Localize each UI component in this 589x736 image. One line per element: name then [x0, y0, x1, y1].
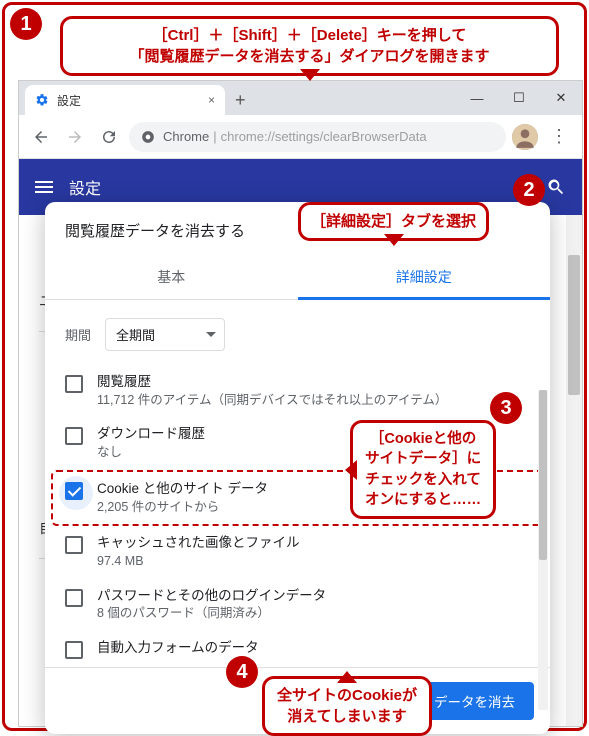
opt-sub: 97.4 MB	[97, 553, 300, 571]
checkbox-cache[interactable]	[65, 536, 83, 554]
menu-button[interactable]: ⋮	[544, 126, 574, 147]
dialog-tabs: 基本 詳細設定	[45, 255, 550, 300]
opt-title: 閲覧履歴	[97, 373, 447, 392]
opt-sub: 8 個のパスワード（同期済み）	[97, 605, 326, 623]
opt-sub: 2,205 件のサイトから	[97, 499, 268, 517]
opt-title: パスワードとその他のログインデータ	[97, 587, 326, 606]
opt-title: キャッシュされた画像とファイル	[97, 534, 300, 553]
reload-button[interactable]	[95, 123, 123, 151]
period-label: 期間	[65, 325, 91, 344]
annotation-badge-1: 1	[10, 8, 42, 40]
annotation-text-3: ［Cookieと他の サイトデータ］に チェックを入れて オンにすると……	[365, 431, 481, 508]
annotation-badge-2: 2	[513, 174, 545, 206]
checkbox-downloads[interactable]	[65, 427, 83, 445]
address-bar: Chrome | chrome:// settings/clearBrowser…	[19, 115, 582, 159]
close-tab-icon[interactable]: ×	[208, 93, 215, 107]
url-path: settings/clearBrowserData	[275, 129, 427, 144]
opt-title: Cookie と他のサイト データ	[97, 480, 268, 499]
option-passwords[interactable]: パスワードとその他のログインデータ 8 個のパスワード（同期済み）	[53, 579, 542, 631]
new-tab-button[interactable]: +	[225, 85, 256, 115]
annotation-callout-1: ［Ctrl］＋［Shift］＋［Delete］キーを押して 「閲覧履歴データを消…	[60, 16, 559, 76]
dialog-scrollbar-thumb[interactable]	[539, 390, 547, 560]
opt-sub: 11,712 件のアイテム（同期デバイスではそれ以上のアイテム）	[97, 392, 447, 410]
checkbox-history[interactable]	[65, 375, 83, 393]
tab-title: 設定	[57, 92, 81, 109]
option-cache[interactable]: キャッシュされた画像とファイル 97.4 MB	[53, 526, 542, 578]
checkbox-passwords[interactable]	[65, 589, 83, 607]
period-select[interactable]: 全期間	[105, 318, 225, 351]
checkbox-cookies[interactable]	[65, 482, 83, 500]
annotation-text-4: 全サイトのCookieが 消えてしまいます	[277, 687, 417, 725]
annotation-badge-3: 3	[490, 392, 522, 424]
minimize-button[interactable]: —	[456, 81, 498, 115]
annotation-callout-2: ［詳細設定］タブを選択	[298, 202, 489, 241]
browser-tab[interactable]: 設定 ×	[25, 85, 225, 115]
forward-button[interactable]	[61, 123, 89, 151]
option-autofill[interactable]: 自動入力フォームのデータ	[53, 631, 542, 661]
close-window-button[interactable]: ✕	[540, 81, 582, 115]
annotation-text-1: ［Ctrl］＋［Shift］＋［Delete］キーを押して 「閲覧履歴データを消…	[129, 27, 489, 65]
url-host: Chrome	[163, 129, 209, 144]
opt-title: 自動入力フォームのデータ	[97, 639, 259, 658]
annotation-badge-4: 4	[226, 656, 258, 688]
page-scrollbar-thumb[interactable]	[568, 255, 580, 395]
profile-avatar[interactable]	[512, 124, 538, 150]
url-field[interactable]: Chrome | chrome:// settings/clearBrowser…	[129, 122, 506, 152]
gear-icon	[35, 93, 49, 107]
tab-basic[interactable]: 基本	[45, 255, 298, 300]
chrome-icon	[141, 130, 155, 144]
window-controls: — ☐ ✕	[456, 81, 582, 115]
clear-data-button[interactable]: データを消去	[415, 682, 534, 720]
tab-advanced[interactable]: 詳細設定	[298, 255, 551, 300]
back-button[interactable]	[27, 123, 55, 151]
annotation-callout-3: ［Cookieと他の サイトデータ］に チェックを入れて オンにすると……	[350, 420, 496, 519]
maximize-button[interactable]: ☐	[498, 81, 540, 115]
search-icon[interactable]	[546, 177, 566, 197]
opt-title: ダウンロード履歴	[97, 425, 205, 444]
annotation-callout-4: 全サイトのCookieが 消えてしまいます	[262, 676, 432, 736]
checkbox-autofill[interactable]	[65, 641, 83, 659]
annotation-text-2: ［詳細設定］タブを選択	[311, 213, 476, 230]
settings-title: 設定	[69, 175, 101, 199]
hamburger-icon[interactable]	[35, 181, 53, 193]
option-history[interactable]: 閲覧履歴 11,712 件のアイテム（同期デバイスではそれ以上のアイテム）	[53, 365, 542, 417]
url-scheme: chrome://	[221, 129, 275, 144]
opt-sub: なし	[97, 444, 205, 462]
